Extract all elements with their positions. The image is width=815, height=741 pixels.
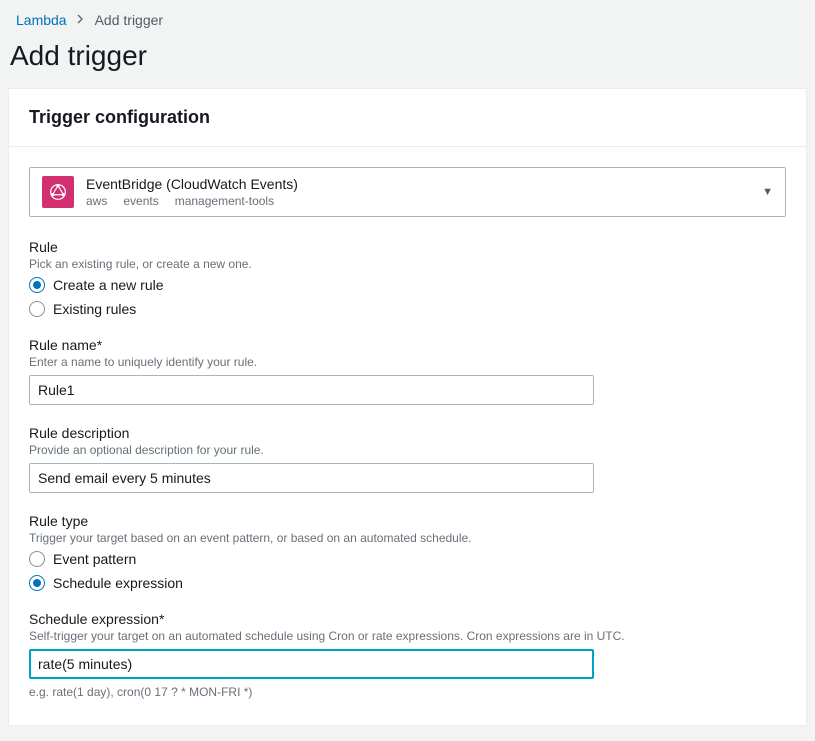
trigger-source-select[interactable]: EventBridge (CloudWatch Events) aws even… [29, 167, 786, 217]
rule-type-desc: Trigger your target based on an event pa… [29, 531, 786, 545]
rule-description-desc: Provide an optional description for your… [29, 443, 786, 457]
breadcrumb-current: Add trigger [95, 12, 163, 28]
page-title: Add trigger [0, 36, 815, 88]
radio-label: Create a new rule [53, 277, 164, 293]
chevron-right-icon [77, 13, 85, 27]
radio-icon [29, 575, 45, 591]
rule-name-desc: Enter a name to uniquely identify your r… [29, 355, 786, 369]
breadcrumb-root-link[interactable]: Lambda [16, 12, 67, 28]
rule-type-field: Rule type Trigger your target based on a… [29, 513, 786, 591]
breadcrumb: Lambda Add trigger [0, 0, 815, 36]
rule-type-label: Rule type [29, 513, 786, 529]
eventbridge-icon [42, 176, 74, 208]
radio-event-pattern[interactable]: Event pattern [29, 551, 786, 567]
radio-label: Existing rules [53, 301, 136, 317]
radio-label: Event pattern [53, 551, 136, 567]
rule-field: Rule Pick an existing rule, or create a … [29, 239, 786, 317]
radio-icon [29, 301, 45, 317]
radio-icon [29, 277, 45, 293]
rule-label: Rule [29, 239, 786, 255]
radio-create-new-rule[interactable]: Create a new rule [29, 277, 786, 293]
radio-existing-rules[interactable]: Existing rules [29, 301, 786, 317]
schedule-expression-field: Schedule expression* Self-trigger your t… [29, 611, 786, 699]
radio-label: Schedule expression [53, 575, 183, 591]
rule-description-label: Rule description [29, 425, 786, 441]
radio-icon [29, 551, 45, 567]
rule-name-field: Rule name* Enter a name to uniquely iden… [29, 337, 786, 405]
rule-name-input[interactable] [29, 375, 594, 405]
rule-desc: Pick an existing rule, or create a new o… [29, 257, 786, 271]
trigger-config-panel: Trigger configuration EventBridge (Cloud… [8, 88, 807, 726]
caret-down-icon: ▼ [762, 186, 773, 198]
rule-name-label: Rule name* [29, 337, 786, 353]
schedule-expression-label: Schedule expression* [29, 611, 786, 627]
panel-header: Trigger configuration [9, 89, 806, 147]
schedule-expression-desc: Self-trigger your target on an automated… [29, 629, 786, 643]
source-tags: aws events management-tools [86, 194, 298, 208]
schedule-expression-input[interactable] [29, 649, 594, 679]
rule-description-input[interactable] [29, 463, 594, 493]
source-title: EventBridge (CloudWatch Events) [86, 176, 298, 192]
rule-description-field: Rule description Provide an optional des… [29, 425, 786, 493]
panel-title: Trigger configuration [29, 107, 786, 128]
schedule-expression-hint: e.g. rate(1 day), cron(0 17 ? * MON-FRI … [29, 685, 786, 699]
radio-schedule-expression[interactable]: Schedule expression [29, 575, 786, 591]
